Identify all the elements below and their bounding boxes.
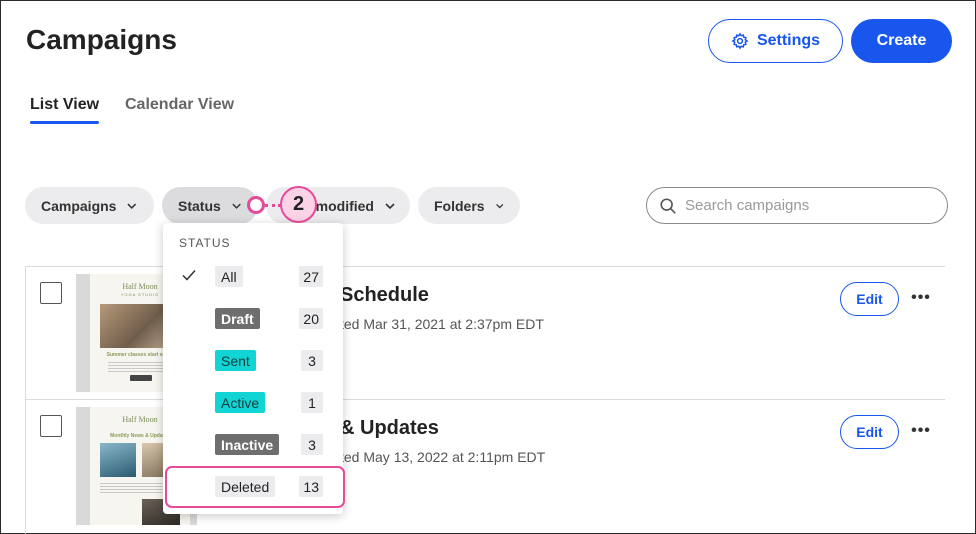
folders-filter[interactable]: Folders [418,187,520,224]
search-icon [660,197,676,214]
folders-filter-label: Folders [434,197,485,214]
status-option-draft[interactable]: Draft 20 [163,298,343,340]
thumbnail-button [130,375,152,381]
settings-button-label: Settings [756,32,821,49]
status-badge: Active [215,392,266,413]
search-box[interactable] [646,187,948,224]
campaign-meta: ted Mar 31, 2021 at 2:37pm EDT [340,316,544,332]
list-left-border [25,266,26,534]
status-dropdown-menu: STATUS All 27 Draft 20 Sent 3 Active 1 I… [163,223,343,514]
campaign-title[interactable]: & Updates [340,417,439,440]
status-badge: Draft [215,308,260,329]
campaign-meta: ted May 13, 2022 at 2:11pm EDT [340,449,546,465]
search-input[interactable] [685,197,925,214]
status-option-all[interactable]: All 27 [163,256,343,298]
chevron-down-icon [232,203,241,209]
status-filter[interactable]: Status [162,187,258,224]
settings-button[interactable]: Settings [708,19,843,63]
edit-button[interactable]: Edit [840,415,899,449]
step-callout-badge: 2 [280,186,317,223]
checkmark-icon [182,270,196,281]
campaign-title[interactable]: Schedule [340,284,429,307]
campaigns-filter[interactable]: Campaigns [25,187,154,224]
gear-icon [731,32,749,50]
edit-button[interactable]: Edit [840,282,899,316]
status-badge: Deleted [215,476,276,497]
page-title: Campaigns [26,24,177,55]
campaigns-filter-label: Campaigns [41,197,117,214]
status-count: 27 [299,266,323,287]
status-count: 13 [299,476,323,497]
status-option-sent[interactable]: Sent 3 [163,340,343,382]
chevron-down-icon [127,203,137,209]
status-count: 3 [301,434,323,455]
status-count: 1 [301,392,323,413]
status-badge: Sent [215,350,256,371]
more-options-icon[interactable]: ••• [910,422,932,442]
chevron-down-icon [495,203,503,208]
modified-filter-label: modified [315,197,374,214]
row-checkbox[interactable] [40,282,62,304]
dropdown-heading: STATUS [179,236,231,250]
status-filter-label: Status [178,197,221,214]
tab-list-view[interactable]: List View [30,96,100,124]
more-options-icon[interactable]: ••• [910,289,932,309]
callout-anchor-dot [247,196,265,214]
status-count: 3 [301,350,323,371]
status-option-deleted[interactable]: Deleted 13 [163,466,343,508]
thumbnail-photo [100,443,136,477]
create-button[interactable]: Create [851,19,952,63]
row-checkbox[interactable] [40,415,62,437]
tab-calendar-view[interactable]: Calendar View [125,96,234,114]
chevron-down-icon [385,202,395,209]
status-option-active[interactable]: Active 1 [163,382,343,424]
status-option-inactive[interactable]: Inactive 3 [163,424,343,466]
status-badge: All [215,266,243,287]
status-count: 20 [299,308,323,329]
callout-connector [265,204,281,207]
status-badge: Inactive [215,434,280,455]
